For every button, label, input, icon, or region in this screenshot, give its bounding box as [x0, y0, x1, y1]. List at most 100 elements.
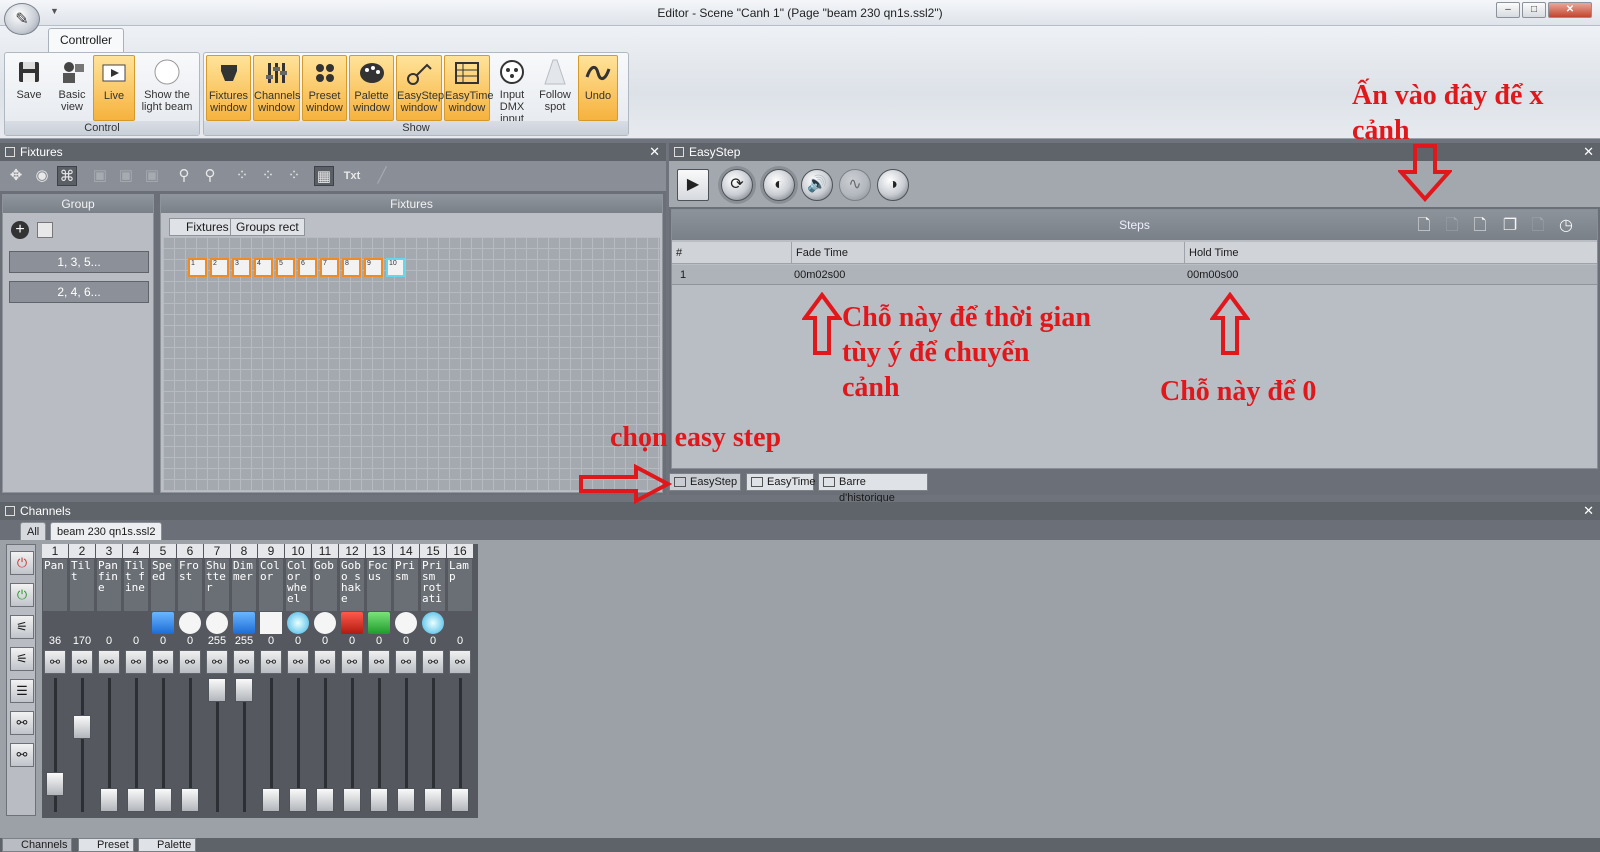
delete-step-icon[interactable]: 🗋 — [1442, 215, 1462, 237]
channel-link-icon[interactable]: ⚯ — [206, 650, 228, 674]
channel-state-icon[interactable] — [179, 612, 201, 634]
basic-view-button[interactable]: Basic view — [51, 55, 93, 121]
paste-step-icon[interactable]: 🗋 — [1528, 215, 1548, 237]
tab-palette[interactable]: Palette — [138, 838, 197, 852]
fader-thumb[interactable] — [397, 788, 415, 812]
channel-link-icon[interactable]: ⚯ — [341, 650, 363, 674]
channel-state-icon[interactable] — [206, 612, 228, 634]
tab-page-file[interactable]: beam 230 qn1s.ssl2 — [50, 522, 163, 541]
channel-link-icon[interactable]: ⚯ — [287, 650, 309, 674]
close-fixtures-panel-icon[interactable]: ✕ — [649, 143, 660, 161]
curve-icon[interactable]: ∿ — [839, 169, 871, 201]
fader-thumb[interactable] — [127, 788, 145, 812]
close-window-button[interactable]: ✕ — [1548, 2, 1592, 18]
tab-fixtures[interactable]: Fixtures — [169, 218, 235, 236]
easystep-window-button[interactable]: EasyStep window — [396, 55, 444, 121]
channels-window-button[interactable]: Channels window — [253, 55, 300, 121]
fader-thumb[interactable] — [235, 678, 253, 702]
fader-thumb[interactable] — [154, 788, 172, 812]
col-fade-time[interactable]: Fade Time — [791, 242, 848, 264]
fader-thumb[interactable] — [451, 788, 469, 812]
fixture-cell[interactable]: 6 — [298, 258, 317, 277]
channel-link-icon[interactable]: ⚯ — [260, 650, 282, 674]
zoom-out-icon[interactable]: ⚲ — [174, 166, 194, 186]
remove-fixture-icon[interactable]: ▣ — [142, 166, 162, 186]
channel-link-icon[interactable]: ⚯ — [395, 650, 417, 674]
fixture-cell[interactable]: 10 — [386, 258, 405, 277]
preset-window-button[interactable]: Preset window — [302, 55, 347, 121]
channel-link-icon[interactable]: ⚯ — [314, 650, 336, 674]
tab-controller[interactable]: Controller — [48, 28, 124, 52]
fixture-cell[interactable]: 8 — [342, 258, 361, 277]
group-even-button[interactable]: 2, 4, 6... — [9, 281, 149, 303]
fader-thumb[interactable] — [316, 788, 334, 812]
channel-state-icon[interactable] — [341, 612, 363, 634]
wand-icon[interactable]: ╱ — [372, 166, 392, 186]
tab-preset[interactable]: Preset — [78, 838, 134, 852]
mouse-icon[interactable]: ◉ — [32, 166, 52, 186]
tab-history-bar[interactable]: Barre d'historique — [818, 473, 928, 504]
channel-link-icon[interactable]: ⚯ — [179, 650, 201, 674]
fader-thumb[interactable] — [100, 788, 118, 812]
mixer-icon[interactable]: ⚟ — [10, 615, 34, 639]
fixture-cell[interactable]: 1 — [188, 258, 207, 277]
tab-easystep[interactable]: EasyStep — [669, 473, 741, 491]
channel-state-icon[interactable] — [233, 612, 255, 634]
edit-fixture-icon[interactable]: ▣ — [116, 166, 136, 186]
undo-button[interactable]: Undo — [578, 55, 618, 121]
group-odd-button[interactable]: 1, 3, 5... — [9, 251, 149, 273]
input-dmx-button[interactable]: Input DMX input — [492, 55, 532, 125]
add-group-icon[interactable]: + — [11, 221, 29, 239]
channel-state-icon[interactable] — [152, 612, 174, 634]
fader-thumb[interactable] — [289, 788, 307, 812]
fade-icon[interactable]: ◑ — [877, 169, 909, 201]
move-icon[interactable]: ✥ — [6, 166, 26, 186]
channel-link-icon[interactable]: ⚯ — [152, 650, 174, 674]
tab-easytime[interactable]: EasyTime — [746, 473, 816, 491]
tab-channels[interactable]: Channels — [2, 838, 73, 852]
play-button[interactable]: ▶ — [677, 169, 709, 201]
maximize-button[interactable]: □ — [1522, 2, 1546, 18]
channel-link-icon[interactable]: ⚯ — [98, 650, 120, 674]
fixture-cell[interactable]: 5 — [276, 258, 295, 277]
fixture-cell[interactable]: 4 — [254, 258, 273, 277]
ctrl-select-icon[interactable]: ⌘ — [57, 166, 77, 186]
text-toggle-button[interactable]: Txt — [340, 166, 364, 186]
channel-link-icon[interactable]: ⚯ — [233, 650, 255, 674]
fader-thumb[interactable] — [208, 678, 226, 702]
layout-grid-3-icon[interactable]: ⁘ — [284, 166, 304, 186]
loop-button[interactable]: ⟳ — [721, 169, 753, 201]
copy-step-icon[interactable]: ❐ — [1500, 215, 1520, 237]
minimize-button[interactable]: – — [1496, 2, 1520, 18]
fixture-grid[interactable]: 1 2 3 4 5 6 7 8 9 10 — [163, 237, 660, 491]
zoom-in-icon[interactable]: ⚲ — [200, 166, 220, 186]
channel-list-icon[interactable]: ☰ — [10, 679, 34, 703]
fader-thumb[interactable] — [73, 714, 91, 739]
fixtures-window-button[interactable]: Fixtures window — [206, 55, 251, 121]
link-2-icon[interactable]: ⚯ — [10, 743, 34, 767]
close-channels-panel-icon[interactable]: ✕ — [1583, 502, 1594, 520]
save-button[interactable]: Save — [9, 55, 49, 121]
channel-state-icon[interactable] — [314, 612, 336, 634]
fader-thumb[interactable] — [343, 788, 361, 812]
new-step-icon[interactable]: 🗋 — [1414, 215, 1434, 237]
col-hold-time[interactable]: Hold Time — [1184, 242, 1239, 264]
channel-state-icon[interactable] — [368, 612, 390, 634]
follow-spot-button[interactable]: Follow spot — [534, 55, 576, 121]
channel-link-icon[interactable]: ⚯ — [422, 650, 444, 674]
tab-all[interactable]: All — [20, 522, 47, 541]
channel-link-icon[interactable]: ⚯ — [71, 650, 93, 674]
fade-time-cell[interactable]: 00m02s00 — [790, 265, 845, 285]
table-row[interactable]: 1 00m02s00 00m00s00 — [672, 265, 1597, 285]
audio-icon[interactable]: 🔊 — [801, 169, 833, 201]
tab-groups-rect[interactable]: Groups rect — [230, 218, 305, 236]
fixture-cell[interactable]: 2 — [210, 258, 229, 277]
channel-link-icon[interactable]: ⚯ — [449, 650, 471, 674]
channel-link-icon[interactable]: ⚯ — [368, 650, 390, 674]
insert-step-icon[interactable]: 🗋 — [1470, 215, 1490, 237]
channel-state-icon[interactable] — [287, 612, 309, 634]
fixture-cell[interactable]: 3 — [232, 258, 251, 277]
fixture-cell[interactable]: 7 — [320, 258, 339, 277]
clock-icon[interactable]: ◷ — [1556, 215, 1576, 237]
channel-link-icon[interactable]: ⚯ — [125, 650, 147, 674]
